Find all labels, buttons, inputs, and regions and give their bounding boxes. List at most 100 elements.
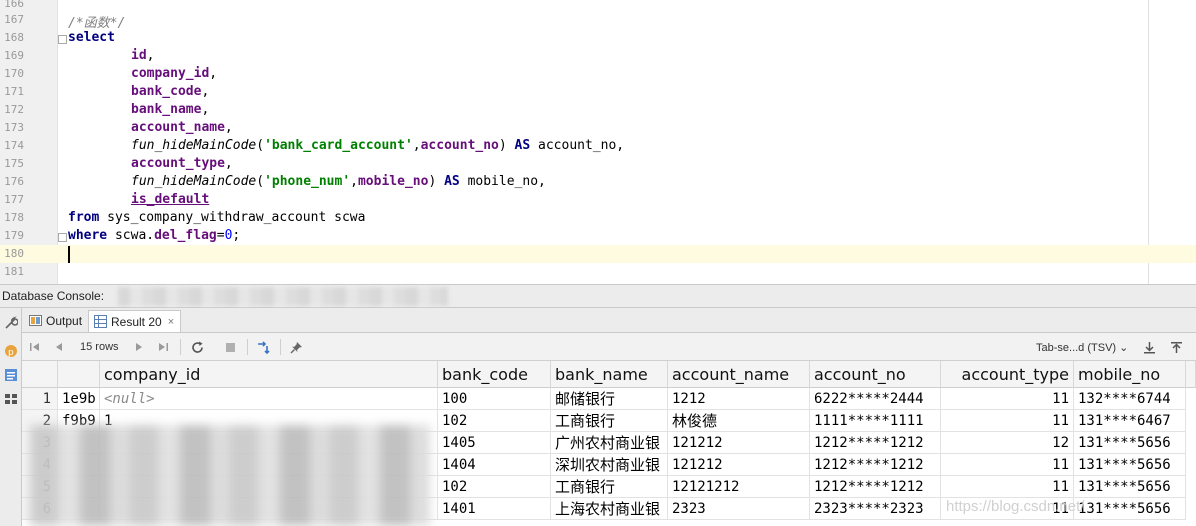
line-number: 169	[4, 49, 24, 62]
table-cell[interactable]: 131****5656	[1074, 498, 1186, 520]
table-cell[interactable]: 1405	[438, 432, 551, 454]
code-line: 173 account_name,	[0, 119, 1196, 137]
column-header-account-name[interactable]: account_name	[668, 361, 810, 388]
table-cell[interactable]: 131****5656	[1074, 432, 1186, 454]
first-page-icon[interactable]	[26, 338, 44, 356]
table-cell[interactable]: 林俊德	[668, 410, 810, 432]
sql-keyword: where	[68, 228, 108, 243]
table-cell[interactable]: 1212*****1212	[810, 432, 941, 454]
table-cell[interactable]: 2323*****2323	[810, 498, 941, 520]
table-cell[interactable]: 邮储银行	[551, 388, 668, 410]
table-cell[interactable]: 工商银行	[551, 410, 668, 432]
current-line[interactable]: 180	[0, 245, 1196, 263]
table-cell[interactable]: 广州农村商业银	[551, 432, 668, 454]
table-cell[interactable]: 1404	[438, 454, 551, 476]
sql-column: company_id	[131, 66, 210, 81]
line-number: 178	[4, 211, 24, 224]
line-number: 175	[4, 157, 24, 170]
svg-text:p: p	[8, 348, 14, 358]
result-tabs: Output Result 20 ×	[22, 308, 1196, 333]
toolbar-separator	[180, 339, 181, 355]
sql-column: mobile_no	[357, 174, 429, 189]
sql-keyword: from	[68, 210, 100, 225]
column-header-bank-code[interactable]: bank_code	[438, 361, 551, 388]
table-cell[interactable]: 132****6744	[1074, 388, 1186, 410]
fold-toggle-icon[interactable]	[58, 233, 67, 242]
table-cell[interactable]: 上海农村商业银	[551, 498, 668, 520]
row-number[interactable]: 1	[22, 388, 58, 410]
tab-label: Result 20	[111, 314, 162, 329]
table-cell[interactable]: 131****5656	[1074, 476, 1186, 498]
format-label: Tab-se...d (TSV)	[1036, 342, 1117, 354]
code-line: 179 where scwa.del_flag=0;	[0, 227, 1196, 245]
sql-function: fun_hideMainCode	[131, 138, 257, 153]
table-cell[interactable]: 11	[941, 388, 1074, 410]
row-count[interactable]: 15 rows	[80, 341, 119, 353]
table-cell[interactable]: 102	[438, 410, 551, 432]
table-cell[interactable]: 11	[941, 454, 1074, 476]
sql-editor[interactable]: 166 167 /*函数*/ 168 select 169 id, 170 co…	[0, 0, 1196, 284]
table-cell[interactable]: 102	[438, 476, 551, 498]
wrench-icon[interactable]	[2, 314, 19, 331]
code-line: 176 fun_hideMainCode('phone_num',mobile_…	[0, 173, 1196, 191]
column-header-account-type[interactable]: account_type	[941, 361, 1074, 388]
line-number: 168	[4, 31, 24, 44]
refresh-icon[interactable]	[188, 338, 206, 356]
column-header-account-no[interactable]: account_no	[810, 361, 941, 388]
sql-column: account_no	[420, 138, 499, 153]
line-number: 173	[4, 121, 24, 134]
code-line: 172 bank_name,	[0, 101, 1196, 119]
fold-toggle-icon[interactable]	[58, 35, 67, 44]
tab-result-20[interactable]: Result 20 ×	[88, 310, 182, 332]
column-header-company-id[interactable]: company_id	[100, 361, 438, 388]
table-cell[interactable]: 121212	[668, 454, 810, 476]
tool-strip: p	[0, 308, 22, 526]
sql-string: 'bank_card_account'	[264, 138, 413, 153]
table-cell[interactable]: 2323	[668, 498, 810, 520]
table-cell[interactable]: 1212*****1212	[810, 454, 941, 476]
output-icon	[29, 315, 42, 326]
code-line: 181	[0, 263, 1196, 281]
last-page-icon[interactable]	[154, 338, 172, 356]
table-cell[interactable]: 100	[438, 388, 551, 410]
table-cell[interactable]: 11	[941, 476, 1074, 498]
result-toolbar: 15 rows Tab-se...d (TSV) ⌄	[22, 333, 1196, 361]
table-cell[interactable]: 深圳农村商业银	[551, 454, 668, 476]
settings-list-icon[interactable]	[2, 366, 19, 383]
table-cell[interactable]: 12	[941, 432, 1074, 454]
table-cell[interactable]: <null>	[100, 388, 438, 410]
table-cell[interactable]: 1e9b	[58, 388, 100, 410]
sql-keyword: AS	[444, 174, 460, 189]
table-cell[interactable]: 11	[941, 410, 1074, 432]
table-cell[interactable]: 工商银行	[551, 476, 668, 498]
table-cell[interactable]: 6222*****2444	[810, 388, 941, 410]
table-cell[interactable]: 12121212	[668, 476, 810, 498]
watermark: https://blog.csdn.net/	[946, 498, 1085, 515]
sql-semicolon: ;	[232, 228, 241, 243]
sql-column: account_type	[131, 156, 225, 171]
previous-page-icon[interactable]	[50, 338, 68, 356]
export-format-select[interactable]: Tab-se...d (TSV) ⌄	[1036, 341, 1128, 354]
tab-output[interactable]: Output	[24, 310, 88, 332]
column-header-bank-name[interactable]: bank_name	[551, 361, 668, 388]
table-cell[interactable]: 1401	[438, 498, 551, 520]
column-header-id[interactable]	[58, 361, 100, 388]
upload-icon[interactable]	[1167, 338, 1185, 356]
table-cell[interactable]: 131****6467	[1074, 410, 1186, 432]
table-cell[interactable]: 1212	[668, 388, 810, 410]
sql-keyword: select	[68, 30, 115, 45]
close-icon[interactable]: ×	[168, 316, 174, 328]
column-header-mobile-no[interactable]: mobile_no	[1074, 361, 1186, 388]
pin-p-icon[interactable]: p	[2, 342, 19, 359]
download-icon[interactable]	[1140, 338, 1158, 356]
pin-icon[interactable]	[287, 338, 305, 356]
transpose-icon[interactable]	[254, 338, 272, 356]
table-cell[interactable]: 1111*****1111	[810, 410, 941, 432]
layout-icon[interactable]	[2, 390, 19, 407]
next-page-icon[interactable]	[130, 338, 148, 356]
stop-icon[interactable]	[221, 338, 239, 356]
sql-alias: mobile_no,	[459, 174, 546, 189]
table-cell[interactable]: 121212	[668, 432, 810, 454]
table-cell[interactable]: 1212*****1212	[810, 476, 941, 498]
table-cell[interactable]: 131****5656	[1074, 454, 1186, 476]
